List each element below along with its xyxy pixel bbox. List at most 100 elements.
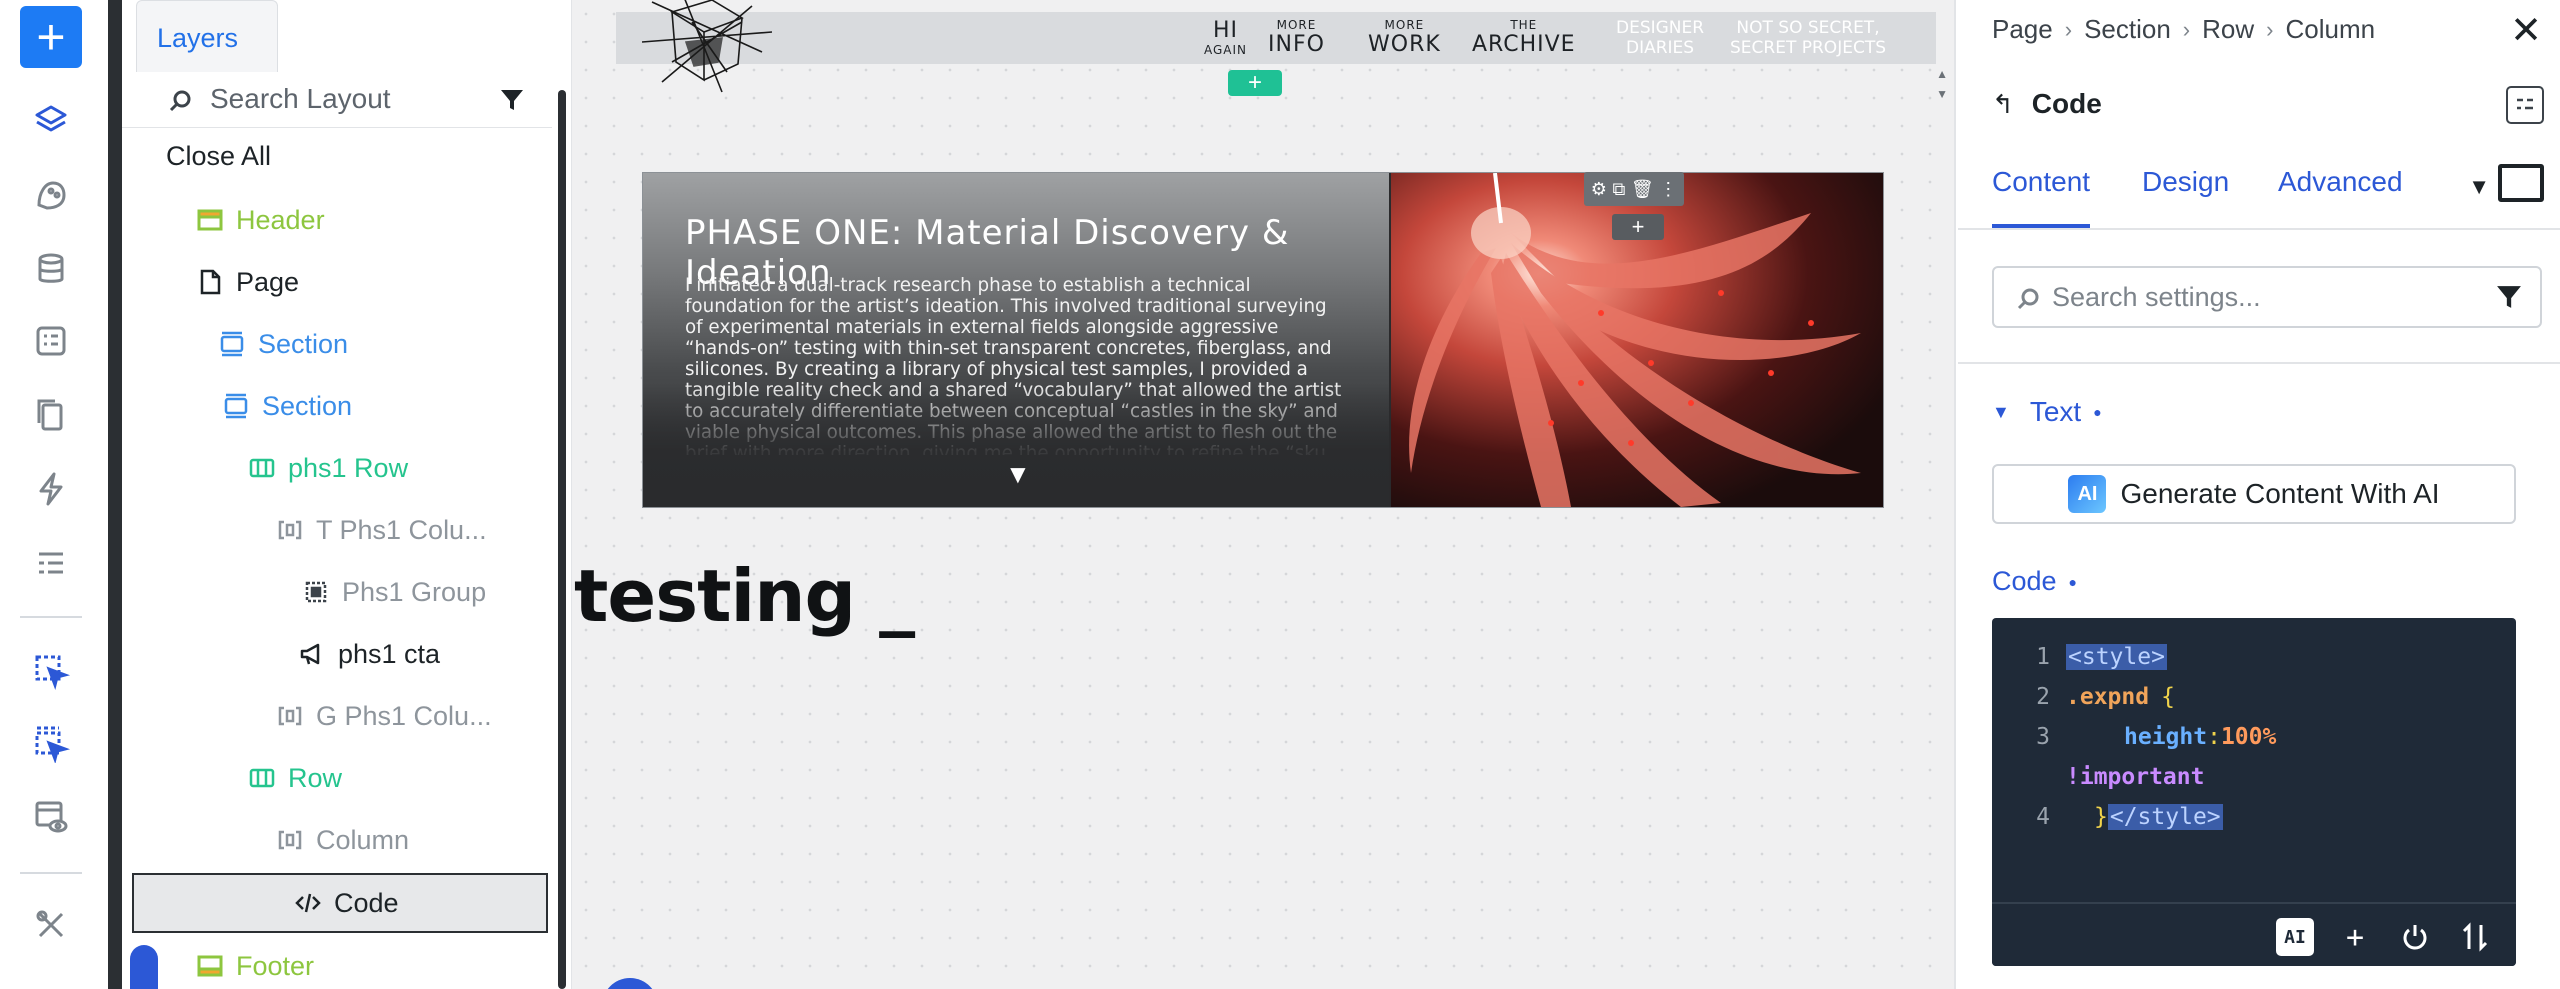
layer-label: phs1 Row: [288, 452, 409, 483]
insert-plus-icon[interactable]: +: [2336, 918, 2374, 956]
nav-designer-diaries[interactable]: DESIGNER DIARIES: [1616, 18, 1704, 58]
breadcrumb-row[interactable]: Row: [2202, 14, 2254, 45]
megaphone-icon: [298, 640, 326, 668]
chevron-right-icon: ›: [2064, 16, 2073, 42]
column-icon: [276, 826, 304, 854]
nav-the-archive[interactable]: THE ARCHIVE: [1472, 18, 1576, 57]
multi-interaction-icon[interactable]: [18, 712, 84, 774]
list-icon[interactable]: [18, 532, 84, 594]
filter-icon[interactable]: [2496, 284, 2522, 310]
code-token: !important: [2066, 764, 2205, 790]
help-bubble[interactable]: [130, 945, 158, 989]
layer-label: G Phs1 Colu...: [316, 700, 492, 731]
layers-scrollbar[interactable]: [558, 90, 566, 989]
add-element-button[interactable]: +: [20, 6, 82, 68]
code-line: 2 .expnd {: [1992, 680, 2175, 714]
layers-search-label: Search Layout: [210, 82, 391, 114]
layer-g-phs1-column[interactable]: G Phs1 Colu...: [276, 692, 492, 740]
nav-label: HI: [1213, 18, 1239, 43]
chevron-down-icon[interactable]: ▼: [2468, 174, 2490, 200]
filter-icon[interactable]: [500, 88, 524, 112]
close-icon[interactable]: ✕: [2510, 12, 2542, 50]
settings-search-input[interactable]: Search settings...: [1992, 266, 2542, 328]
layer-phs1-cta[interactable]: phs1 cta: [298, 630, 440, 678]
trash-icon[interactable]: 🗑: [1631, 179, 1654, 200]
template-icon[interactable]: [18, 310, 84, 372]
nav-label: WORK: [1368, 32, 1441, 57]
layer-row[interactable]: Row: [248, 754, 342, 802]
settings-gear-icon[interactable]: ⚙: [1591, 179, 1607, 200]
column-icon: [276, 516, 304, 544]
layer-header[interactable]: Header: [196, 196, 325, 244]
element-toolbar: ⚙ ⧉ 🗑 ⋮: [1584, 172, 1684, 206]
modified-dot-icon: ●: [2068, 573, 2078, 590]
database-icon[interactable]: [18, 238, 84, 300]
back-arrow-icon[interactable]: ↰: [1992, 89, 2014, 120]
footer-icon: [196, 952, 224, 980]
search-icon: [169, 90, 191, 112]
code-token: .expnd: [2066, 684, 2150, 710]
layer-column[interactable]: Column: [276, 816, 409, 864]
layer-label: Section: [262, 390, 353, 421]
canvas-scroll-arrows[interactable]: ▲ ▼: [1936, 64, 1948, 104]
duplicate-icon[interactable]: ⧉: [1612, 179, 1625, 200]
toolbar-divider: [20, 616, 82, 618]
layers-tab[interactable]: Layers: [136, 0, 278, 72]
text-section-toggle[interactable]: ▼ Text ●: [1992, 396, 2102, 428]
code-token: 100%: [2220, 724, 2277, 750]
code-editor[interactable]: 1 <style> 2 .expnd { 3 height : 100% !im…: [1992, 618, 2516, 966]
generate-ai-button[interactable]: AI Generate Content With AI: [1992, 464, 2516, 524]
layers-icon[interactable]: [18, 90, 84, 152]
nav-secret-projects[interactable]: NOT SO SECRET, SECRET PROJECTS: [1730, 18, 1886, 58]
tab-design[interactable]: Design: [2142, 166, 2229, 228]
row-icon: [248, 764, 276, 792]
layer-section[interactable]: Section: [222, 382, 352, 430]
testing-text-block[interactable]: testing _: [574, 554, 915, 638]
tools-icon[interactable]: [18, 894, 84, 956]
tab-content[interactable]: Content: [1992, 166, 2091, 228]
close-all-button[interactable]: Close All: [166, 141, 271, 172]
phase-one-row[interactable]: PHASE ONE: Material Discovery & Ideation…: [642, 172, 1884, 508]
layer-label: Code: [334, 887, 399, 918]
palette-icon[interactable]: [18, 164, 84, 226]
responsive-toggle-icon[interactable]: [2506, 86, 2544, 124]
preview-icon[interactable]: [18, 786, 84, 848]
row-icon: [248, 454, 276, 482]
layer-code[interactable]: Code: [294, 879, 399, 927]
canvas-chat-bubble[interactable]: [602, 978, 658, 989]
layer-phs1-group[interactable]: Phs1 Group: [302, 568, 486, 616]
builder-canvas[interactable]: HI AGAIN MORE INFO MORE WORK THE ARCHIVE…: [572, 0, 1956, 989]
nav-hi-again[interactable]: HI AGAIN: [1204, 18, 1247, 57]
expand-arrow-icon[interactable]: ▼: [1005, 459, 1031, 490]
settings-divider: [1958, 362, 2560, 364]
breadcrumb: Page › Section › Row › Column: [1992, 14, 2375, 45]
power-icon[interactable]: [2396, 918, 2434, 956]
column-icon: [276, 702, 304, 730]
add-element-inline-button[interactable]: +: [1612, 214, 1664, 240]
code-token: }: [2094, 804, 2108, 830]
layer-page[interactable]: Page: [196, 258, 299, 306]
layer-phs1-row[interactable]: phs1 Row: [248, 444, 408, 492]
layers-panel: Layers Search Layout Close All Header Pa…: [122, 0, 572, 989]
breadcrumb-section[interactable]: Section: [2084, 14, 2171, 45]
settings-search-placeholder: Search settings...: [2052, 281, 2261, 312]
layer-t-phs1-column[interactable]: T Phs1 Colu...: [276, 506, 487, 554]
layers-search[interactable]: Search Layout: [122, 70, 552, 128]
tab-advanced[interactable]: Advanced: [2278, 166, 2403, 228]
lightning-icon[interactable]: [18, 458, 84, 520]
ai-assist-icon[interactable]: AI: [2276, 918, 2314, 956]
device-preview-icon[interactable]: [2498, 164, 2544, 202]
breadcrumb-column[interactable]: Column: [2285, 14, 2375, 45]
pages-icon[interactable]: [18, 384, 84, 446]
interaction-icon[interactable]: [18, 640, 84, 702]
breadcrumb-page[interactable]: Page: [1992, 14, 2053, 45]
layer-footer[interactable]: Footer: [196, 942, 314, 989]
nav-more-info[interactable]: MORE INFO: [1268, 18, 1325, 57]
add-section-button[interactable]: +: [1228, 70, 1282, 96]
nav-more-work[interactable]: MORE WORK: [1368, 18, 1441, 57]
layer-section[interactable]: Section: [218, 320, 348, 368]
chevron-right-icon: ›: [2182, 16, 2191, 42]
more-options-icon[interactable]: ⋮: [1659, 179, 1677, 200]
sort-arrows-icon[interactable]: [2456, 918, 2494, 956]
chevron-right-icon: ›: [2266, 16, 2274, 42]
